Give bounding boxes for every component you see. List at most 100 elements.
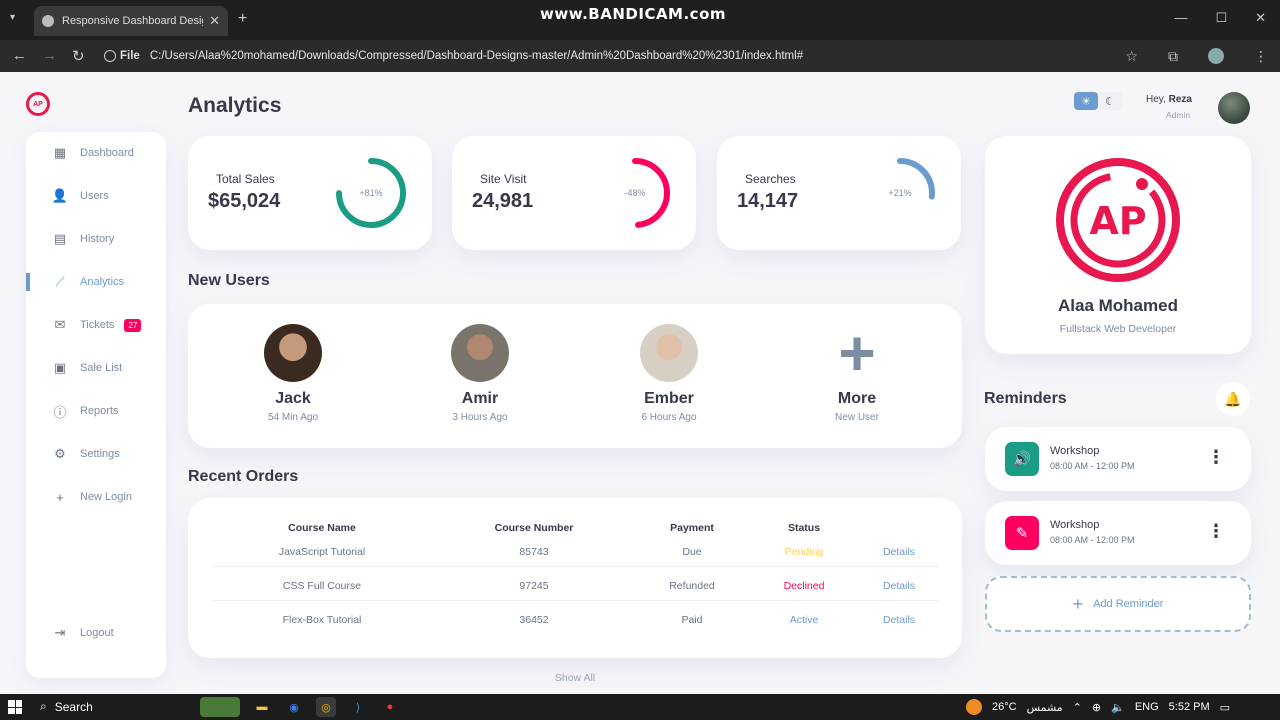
browser-titlebar: ▾ Responsive Dashboard Design ✕ + www.BA… xyxy=(0,0,1280,40)
greeting: Hey, Reza xyxy=(1146,94,1192,105)
clock[interactable]: 5:52 PM xyxy=(1169,701,1210,713)
browser-tab[interactable]: Responsive Dashboard Design ✕ xyxy=(34,6,228,36)
extensions-icon[interactable]: ⧉ xyxy=(1168,48,1178,65)
new-tab-icon[interactable]: + xyxy=(238,10,247,28)
course-number: 36452 xyxy=(519,614,549,626)
sidebar-item-new-login[interactable]: + New Login xyxy=(26,482,166,512)
minimize-icon[interactable]: — xyxy=(1174,10,1187,26)
more-vert-icon[interactable]: ⋮ xyxy=(1207,447,1225,468)
details-link[interactable]: Details xyxy=(883,546,915,558)
window-controls: — ☐ ✕ xyxy=(1174,10,1266,26)
user-name: Ember xyxy=(644,390,694,407)
new-users-title: New Users xyxy=(188,272,270,289)
stat-value: $65,024 xyxy=(208,190,281,212)
reload-icon[interactable]: ↻ xyxy=(72,47,85,65)
details-link[interactable]: Details xyxy=(883,580,915,592)
show-all-link[interactable]: Show All xyxy=(555,672,595,684)
stat-percent: +81% xyxy=(359,188,383,198)
app-logo[interactable]: AP xyxy=(26,92,50,116)
user-item[interactable]: Jack 54 Min Ago xyxy=(233,324,353,423)
info-icon xyxy=(104,50,116,62)
sidebar-item-label: Tickets xyxy=(80,319,115,331)
plus-icon: + xyxy=(838,317,876,389)
vscode-icon[interactable]: ⟩ xyxy=(348,697,368,717)
add-reminder-button[interactable]: + Add Reminder xyxy=(985,576,1251,632)
status: Active xyxy=(789,614,819,626)
volume-icon[interactable]: 🔈 xyxy=(1111,701,1125,714)
stat-percent: +21% xyxy=(888,188,912,198)
payment: Refunded xyxy=(669,580,715,592)
dark-mode-icon[interactable]: ☾ xyxy=(1098,92,1122,110)
windows-taskbar: ⌕ Search ▬ ◉ ◎ ⟩ ● 26°C مشمس ⌃ ⊕ 🔈 ENG 5… xyxy=(0,694,1280,720)
language[interactable]: ENG xyxy=(1135,701,1159,713)
close-window-icon[interactable]: ✕ xyxy=(1255,10,1266,26)
site-info-chip[interactable]: File xyxy=(104,50,140,62)
user-name: More xyxy=(837,390,877,407)
forward-icon[interactable]: → xyxy=(42,47,57,64)
status: Declined xyxy=(783,580,825,592)
theme-toggle[interactable]: ☀ ☾ xyxy=(1074,92,1122,110)
profile-avatar-icon[interactable] xyxy=(1208,48,1224,64)
sidebar-item-reports[interactable]: ⓘ Reports xyxy=(26,396,166,426)
tab-search-icon[interactable]: ▾ xyxy=(10,12,15,23)
notification-bell-icon[interactable]: 🔔 xyxy=(1216,382,1250,416)
user-name: Jack xyxy=(275,390,311,407)
notifications-icon[interactable]: ▭ xyxy=(1220,701,1230,714)
bandicam-icon[interactable]: ● xyxy=(380,697,400,717)
stat-label: Searches xyxy=(745,172,796,186)
url-text[interactable]: C:/Users/Alaa%20mohamed/Downloads/Compre… xyxy=(150,50,803,62)
taskbar-search[interactable]: ⌕ Search xyxy=(40,699,93,714)
course-name: JavaScript Tutorial xyxy=(278,546,366,558)
stat-label: Total Sales xyxy=(216,172,275,186)
reminder-item[interactable]: 🔊 Workshop 08:00 AM - 12:00 PM ⋮ xyxy=(985,427,1251,491)
more-users-button[interactable]: + More New User xyxy=(797,317,917,423)
sidebar-item-sale-list[interactable]: ▣ Sale List xyxy=(26,353,166,383)
sidebar-item-history[interactable]: ▤ History xyxy=(26,224,166,254)
url-field[interactable]: File C:/Users/Alaa%20mohamed/Downloads/C… xyxy=(104,44,1160,68)
sidebar-item-tickets[interactable]: ✉ Tickets 27 xyxy=(26,310,166,340)
details-link[interactable]: Details xyxy=(883,614,915,626)
sidebar-item-settings[interactable]: ⚙ Settings xyxy=(26,439,166,469)
sidebar-item-label: Logout xyxy=(80,627,114,639)
browser-menu-icon[interactable]: ⋮ xyxy=(1254,48,1268,65)
user-item[interactable]: Ember 6 Hours Ago xyxy=(609,324,729,423)
tab-title: Responsive Dashboard Design xyxy=(62,15,204,27)
widgets-icon[interactable] xyxy=(200,697,240,717)
reminder-time: 08:00 AM - 12:00 PM xyxy=(1050,461,1135,471)
avatar[interactable] xyxy=(1218,92,1250,124)
profile-role: Fullstack Web Developer xyxy=(1059,323,1177,335)
windows-start-icon[interactable] xyxy=(8,700,22,714)
tab-close-icon[interactable]: ✕ xyxy=(209,13,220,29)
recent-orders-table: Course Name Course Number Payment Status… xyxy=(188,498,962,658)
more-vert-icon[interactable]: ⋮ xyxy=(1207,521,1225,542)
reminder-title: Workshop xyxy=(1050,445,1100,457)
report-icon: ⓘ xyxy=(53,404,67,420)
light-mode-icon[interactable]: ☀ xyxy=(1074,92,1098,110)
sidebar-item-users[interactable]: 👤 Users xyxy=(26,181,166,211)
logout-icon: ⇥ xyxy=(54,625,66,640)
column-header: Payment xyxy=(670,522,714,534)
inventory-icon: ▣ xyxy=(53,360,67,375)
sidebar-item-logout[interactable]: ⇥ Logout xyxy=(26,618,166,648)
back-icon[interactable]: ← xyxy=(12,47,27,64)
maximize-icon[interactable]: ☐ xyxy=(1215,10,1227,26)
chevron-up-icon[interactable]: ⌃ xyxy=(1073,701,1082,714)
network-icon[interactable]: ⊕ xyxy=(1092,701,1101,714)
taskbar-apps: ▬ ◉ ◎ ⟩ ● xyxy=(200,697,400,717)
sidebar-item-analytics[interactable]: ⟋ Analytics xyxy=(26,267,166,297)
edge-icon[interactable]: ◉ xyxy=(284,697,304,717)
add-reminder-label: Add Reminder xyxy=(1093,598,1164,610)
column-header: Course Name xyxy=(288,522,356,534)
payment: Due xyxy=(682,546,702,558)
user-avatar xyxy=(640,324,698,382)
file-explorer-icon[interactable]: ▬ xyxy=(252,697,272,717)
stat-value: 24,981 xyxy=(472,190,534,212)
chrome-icon[interactable]: ◎ xyxy=(316,697,336,717)
sidebar-item-dashboard[interactable]: ▦ Dashboard xyxy=(26,138,166,168)
user-avatar xyxy=(264,324,322,382)
reminder-item[interactable]: ✎ Workshop 08:00 AM - 12:00 PM ⋮ xyxy=(985,501,1251,565)
settings-icon: ⚙ xyxy=(54,446,66,461)
user-item[interactable]: Amir 3 Hours Ago xyxy=(420,324,540,423)
bookmark-star-icon[interactable]: ☆ xyxy=(1125,48,1138,65)
sidebar-item-label: Reports xyxy=(80,405,119,417)
